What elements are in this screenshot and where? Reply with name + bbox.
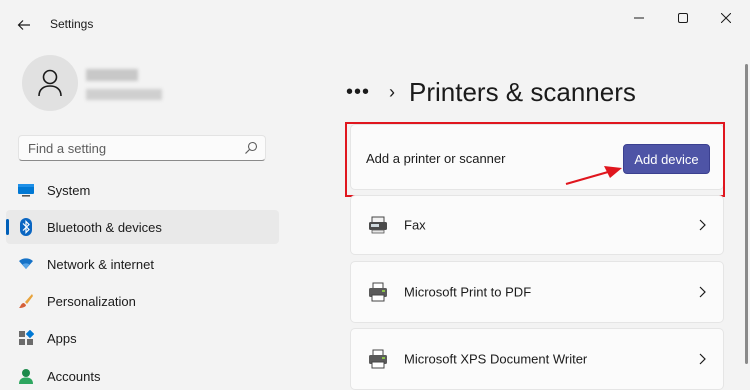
back-arrow-icon: [17, 20, 30, 30]
wifi-icon: [17, 255, 35, 273]
search-icon[interactable]: [243, 140, 259, 156]
sidebar-item-label: Personalization: [47, 293, 136, 309]
fax-icon: [369, 216, 387, 234]
device-label: Microsoft Print to PDF: [404, 284, 532, 300]
active-indicator: [6, 219, 9, 235]
device-label: Microsoft XPS Document Writer: [404, 351, 588, 367]
brush-icon: [17, 292, 35, 310]
apps-icon: [17, 329, 35, 347]
sidebar-item-network-internet[interactable]: Network & internet: [6, 247, 279, 281]
sidebar-item-label: Accounts: [47, 368, 101, 384]
sidebar-item-label: Network & internet: [47, 256, 154, 272]
highlight-annotation-box: [345, 122, 725, 197]
person-icon: [38, 69, 62, 97]
profile-email-redacted: [86, 89, 162, 100]
sidebar-item-bluetooth-devices[interactable]: Bluetooth & devices: [6, 210, 279, 244]
sidebar-item-label: System: [47, 182, 91, 198]
breadcrumb-overflow-button[interactable]: •••: [346, 81, 374, 104]
close-icon: [721, 13, 731, 23]
sidebar-item-label: Apps: [47, 330, 77, 346]
device-card-xps-writer[interactable]: Microsoft XPS Document Writer: [350, 328, 724, 390]
scrollbar[interactable]: [745, 64, 748, 364]
minimize-button[interactable]: [619, 6, 659, 30]
monitor-icon: [17, 181, 35, 199]
printer-icon: [369, 282, 387, 302]
maximize-icon: [678, 13, 688, 23]
chevron-right-icon: [699, 353, 706, 365]
printer-icon: [369, 349, 387, 369]
maximize-button[interactable]: [663, 6, 703, 30]
page-title: Printers & scanners: [409, 76, 636, 107]
sidebar-item-accounts[interactable]: Accounts: [6, 359, 279, 390]
person-icon: [17, 367, 35, 385]
chevron-right-icon: [699, 286, 706, 298]
breadcrumb: ••• › Printers & scanners: [346, 74, 636, 110]
app-title: Settings: [50, 17, 94, 31]
breadcrumb-chevron-icon: ›: [389, 81, 395, 102]
search-box: [18, 135, 266, 161]
sidebar-item-system[interactable]: System: [6, 173, 279, 207]
sidebar-item-personalization[interactable]: Personalization: [6, 284, 279, 318]
close-button[interactable]: [706, 6, 746, 30]
bluetooth-icon: [17, 218, 35, 236]
search-input[interactable]: [19, 136, 239, 160]
chevron-right-icon: [699, 219, 706, 231]
avatar[interactable]: [22, 55, 78, 111]
device-label: Fax: [404, 217, 426, 233]
back-button[interactable]: [10, 12, 38, 38]
annotation-arrow-icon: [565, 166, 622, 186]
device-card-print-to-pdf[interactable]: Microsoft Print to PDF: [350, 261, 724, 323]
title-bar: Settings: [0, 0, 750, 50]
sidebar-item-apps[interactable]: Apps: [6, 321, 279, 355]
profile-name-redacted: [86, 69, 138, 81]
device-card-fax[interactable]: Fax: [350, 195, 724, 255]
minimize-icon: [634, 17, 644, 19]
sidebar-item-label: Bluetooth & devices: [47, 219, 162, 235]
